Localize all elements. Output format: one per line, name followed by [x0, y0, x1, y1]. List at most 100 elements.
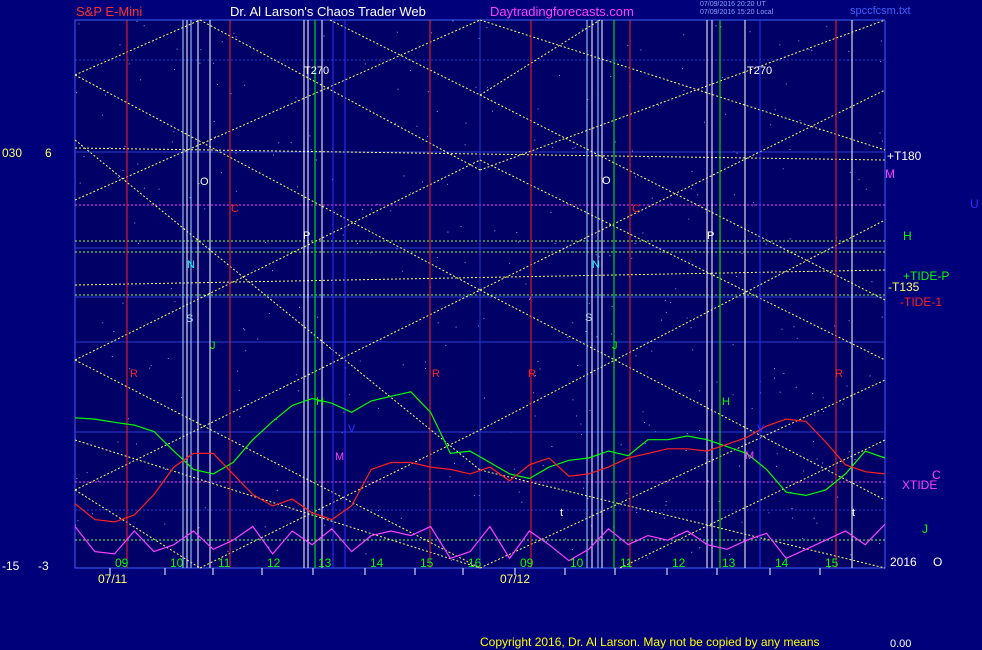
star-dot	[725, 113, 727, 115]
star-dot	[494, 230, 496, 232]
star-dot	[475, 86, 477, 88]
star-dot	[525, 283, 527, 285]
star-dot	[422, 181, 424, 183]
star-dot	[779, 44, 781, 46]
star-dot	[243, 328, 244, 330]
star-dot	[529, 298, 531, 300]
star-dot	[450, 559, 452, 561]
x-hour-label: 09	[520, 556, 534, 570]
star-dot	[596, 336, 598, 338]
right-label: +T180	[887, 149, 922, 163]
chart: 030 6-15 -307/11 07/1209 10 11 12 13 14 15 16 09 10 1…	[2, 19, 979, 586]
star-dot	[789, 238, 791, 240]
star-dot	[216, 84, 218, 85]
x-hour-label: 10	[170, 556, 184, 570]
star-dot	[640, 49, 642, 51]
x-hour-label: 10	[570, 556, 584, 570]
star-dot	[691, 551, 693, 553]
star-dot	[403, 175, 405, 177]
star-dot	[150, 364, 152, 366]
star-dot	[580, 434, 582, 436]
star-dot	[627, 44, 629, 46]
star-dot	[881, 316, 883, 318]
star-dot	[588, 302, 590, 304]
star-dot	[741, 521, 743, 523]
star-dot	[227, 550, 229, 552]
star-dot	[854, 458, 856, 460]
star-dot	[401, 270, 403, 272]
star-dot	[170, 288, 172, 290]
y-label-right: -3	[38, 559, 49, 573]
marker-label: S	[585, 312, 592, 324]
x-hour-label: 14	[370, 556, 384, 570]
star-dot	[585, 331, 587, 332]
star-dot	[397, 88, 399, 90]
star-dot	[416, 125, 418, 127]
star-dot	[811, 50, 813, 52]
star-dot	[753, 202, 755, 204]
x-hour-label: 09	[115, 556, 129, 570]
star-dot	[647, 557, 649, 559]
star-dot	[309, 135, 311, 137]
right-label: J	[922, 522, 928, 536]
star-dot	[427, 135, 429, 137]
star-dot	[180, 396, 182, 398]
star-dot	[753, 204, 755, 206]
star-dot	[149, 367, 151, 369]
star-dot	[464, 262, 466, 264]
star-dot	[310, 149, 312, 151]
star-dot	[554, 242, 556, 244]
star-dot	[290, 142, 292, 144]
star-dot	[464, 144, 466, 146]
right-label: -T135	[888, 280, 920, 294]
star-dot	[348, 394, 350, 396]
star-dot	[690, 188, 692, 190]
marker-label: P	[707, 230, 714, 242]
star-dot	[534, 415, 536, 417]
star-dot	[644, 442, 646, 444]
star-dot	[736, 152, 738, 154]
star-dot	[437, 322, 439, 324]
star-dot	[264, 526, 266, 528]
star-dot	[880, 40, 882, 42]
star-dot	[635, 176, 636, 178]
star-dot	[278, 142, 280, 144]
star-dot	[430, 32, 432, 34]
star-dot	[822, 462, 824, 464]
right-label: C	[932, 468, 941, 482]
y-label-left: 030	[2, 146, 22, 160]
x-hour-label: 15	[420, 556, 434, 570]
marker-label: C	[632, 203, 640, 215]
star-dot	[297, 390, 299, 392]
star-dot	[644, 422, 645, 423]
star-dot	[532, 392, 534, 394]
timestamp-ut: 07/09/2016 20:20 UT	[700, 1, 766, 8]
star-dot	[167, 358, 169, 359]
star-dot	[400, 517, 402, 519]
star-dot	[97, 480, 99, 482]
star-dot	[117, 177, 119, 178]
star-dot	[165, 468, 166, 470]
star-dot	[473, 495, 475, 497]
star-dot	[704, 121, 705, 123]
star-dot	[642, 411, 644, 413]
marker-label: M	[335, 451, 344, 463]
star-dot	[244, 84, 246, 86]
marker-label: t	[852, 507, 855, 519]
star-dot	[215, 136, 217, 138]
star-dot	[575, 415, 577, 417]
star-dot	[213, 121, 215, 122]
star-dot	[235, 152, 237, 154]
star-dot	[682, 68, 683, 70]
star-dot	[76, 478, 78, 479]
star-dot	[220, 172, 222, 174]
star-dot	[230, 93, 232, 95]
star-dot	[751, 407, 753, 409]
star-dot	[729, 554, 731, 555]
star-dot	[733, 194, 735, 196]
star-dot	[436, 257, 438, 258]
star-dot	[699, 547, 701, 549]
star-dot	[323, 35, 325, 37]
star-dot	[683, 90, 685, 92]
right-label: U	[970, 197, 979, 211]
